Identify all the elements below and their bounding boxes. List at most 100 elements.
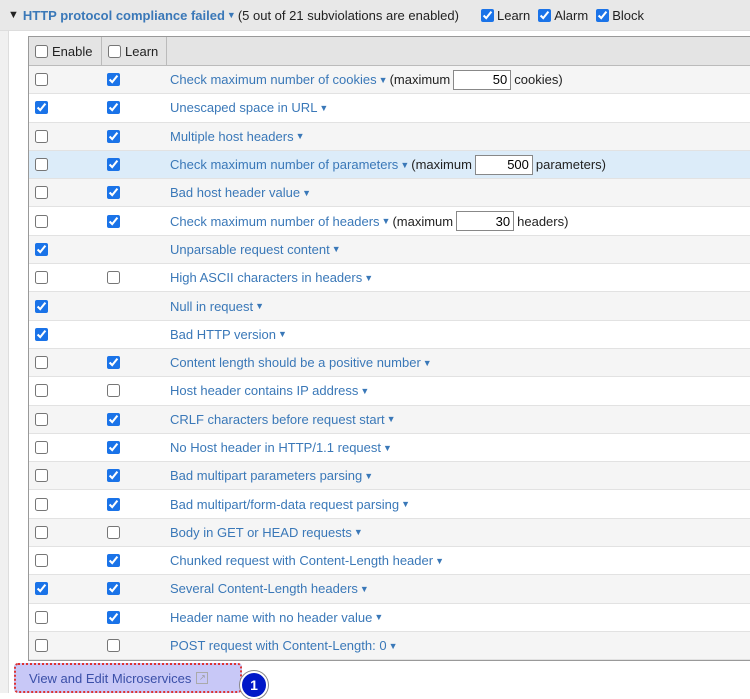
subviolation-link[interactable]: Host header contains IP address <box>170 383 358 398</box>
dropdown-caret-icon[interactable]: ▼ <box>360 386 369 396</box>
learn-checkbox[interactable] <box>107 101 120 115</box>
dropdown-caret-icon[interactable]: ▼ <box>382 216 391 226</box>
learn-checkbox[interactable] <box>107 441 120 454</box>
subviolation-link[interactable]: Bad multipart parameters parsing <box>170 468 362 483</box>
enable-checkbox[interactable] <box>35 582 48 596</box>
subviolation-link[interactable]: Chunked request with Content-Length head… <box>170 553 433 568</box>
enable-checkbox[interactable] <box>35 469 48 483</box>
dropdown-caret-icon[interactable]: ▼ <box>374 612 383 622</box>
subviolation-link[interactable]: Multiple host headers <box>170 129 294 144</box>
dropdown-caret-icon[interactable]: ▼ <box>400 160 409 170</box>
dropdown-caret-icon[interactable]: ▼ <box>387 414 396 424</box>
subviolation-link[interactable]: Bad multipart/form-data request parsing <box>170 497 399 512</box>
block-checkbox[interactable] <box>596 8 610 22</box>
alarm-checkbox[interactable] <box>538 8 552 22</box>
enable-checkbox[interactable] <box>35 412 48 426</box>
dropdown-caret-icon[interactable]: ▼ <box>296 131 305 141</box>
enable-checkbox[interactable] <box>35 384 48 398</box>
learn-checkbox[interactable] <box>107 214 120 228</box>
dropdown-caret-icon[interactable]: ▼ <box>302 188 311 198</box>
subviolation-link[interactable]: Bad host header value <box>170 185 300 200</box>
subviolation-link[interactable]: Check maximum number of cookies <box>170 72 377 87</box>
enable-checkbox[interactable] <box>35 129 48 143</box>
learn-checkbox[interactable] <box>107 554 120 568</box>
enable-checkbox[interactable] <box>35 327 48 341</box>
enable-checkbox[interactable] <box>35 242 48 256</box>
dropdown-caret-icon[interactable]: ▼ <box>389 641 398 651</box>
learn-checkbox[interactable] <box>107 582 120 596</box>
subviolation-link[interactable]: Check maximum number of parameters <box>170 157 398 172</box>
enable-checkbox[interactable] <box>35 73 48 87</box>
learn-checkbox[interactable] <box>107 384 120 398</box>
enable-checkbox[interactable] <box>35 441 48 454</box>
dropdown-caret-icon[interactable]: ▼ <box>360 584 369 594</box>
learn-checkbox[interactable] <box>107 469 120 483</box>
learn-checkbox[interactable] <box>107 271 120 285</box>
learn-checkbox[interactable] <box>107 186 120 200</box>
learn-all-checkbox[interactable] <box>108 44 121 58</box>
subviolation-link[interactable]: Several Content-Length headers <box>170 581 358 596</box>
subviolation-link[interactable]: POST request with Content-Length: 0 <box>170 638 387 653</box>
left-gutter <box>0 31 9 693</box>
dropdown-caret-icon[interactable]: ▼ <box>364 471 373 481</box>
collapse-triangle-icon[interactable]: ▼ <box>8 9 19 21</box>
enable-checkbox[interactable] <box>35 497 48 511</box>
subviolation-link[interactable]: No Host header in HTTP/1.1 request <box>170 440 381 455</box>
learn-checkbox[interactable] <box>107 356 120 370</box>
enable-checkbox[interactable] <box>35 299 48 313</box>
subviolation-link[interactable]: High ASCII characters in headers <box>170 270 362 285</box>
subviolation-link[interactable]: Header name with no header value <box>170 610 372 625</box>
learn-checkbox[interactable] <box>107 525 120 539</box>
subviolation-link[interactable]: Content length should be a positive numb… <box>170 355 421 370</box>
learn-checkbox[interactable] <box>107 73 120 87</box>
dropdown-caret-icon[interactable]: ▼ <box>227 10 236 20</box>
dropdown-caret-icon[interactable]: ▼ <box>278 329 287 339</box>
learn-checkbox[interactable] <box>107 158 120 172</box>
dropdown-caret-icon[interactable]: ▼ <box>332 244 341 254</box>
learn-checkbox[interactable] <box>480 8 494 22</box>
subviolation-link[interactable]: Null in request <box>170 299 253 314</box>
enable-checkbox[interactable] <box>35 356 48 370</box>
learn-checkbox[interactable] <box>107 129 120 143</box>
violation-title-link[interactable]: HTTP protocol compliance failed <box>23 8 225 23</box>
learn-toggle[interactable]: Learn <box>480 8 530 23</box>
dropdown-caret-icon[interactable]: ▼ <box>435 556 444 566</box>
dropdown-caret-icon[interactable]: ▼ <box>379 75 388 85</box>
table-row: CRLF characters before request start ▼ <box>29 405 750 434</box>
enable-all-checkbox[interactable] <box>35 44 48 58</box>
dropdown-caret-icon[interactable]: ▼ <box>354 527 363 537</box>
learn-checkbox[interactable] <box>107 412 120 426</box>
alarm-toggle[interactable]: Alarm <box>538 8 588 23</box>
subviolation-link[interactable]: Body in GET or HEAD requests <box>170 525 352 540</box>
enable-checkbox[interactable] <box>35 158 48 172</box>
dropdown-caret-icon[interactable]: ▼ <box>423 358 432 368</box>
learn-all-header[interactable]: Learn <box>102 37 167 65</box>
learn-checkbox[interactable] <box>107 610 120 624</box>
dropdown-caret-icon[interactable]: ▼ <box>255 301 264 311</box>
enable-checkbox[interactable] <box>35 271 48 285</box>
subviolation-link[interactable]: Bad HTTP version <box>170 327 276 342</box>
enable-checkbox[interactable] <box>35 101 48 115</box>
enable-checkbox[interactable] <box>35 525 48 539</box>
view-edit-microservices-link[interactable]: View and Edit Microservices ↗ <box>14 663 242 693</box>
maximum-input[interactable] <box>474 154 533 175</box>
block-toggle[interactable]: Block <box>596 8 644 23</box>
enable-checkbox[interactable] <box>35 186 48 200</box>
dropdown-caret-icon[interactable]: ▼ <box>383 443 392 453</box>
enable-all-header[interactable]: Enable <box>29 37 102 65</box>
maximum-input[interactable] <box>456 211 515 232</box>
enable-checkbox[interactable] <box>35 554 48 568</box>
learn-checkbox[interactable] <box>107 639 120 653</box>
subviolation-link[interactable]: Check maximum number of headers <box>170 214 380 229</box>
subviolation-link[interactable]: CRLF characters before request start <box>170 412 385 427</box>
enable-checkbox[interactable] <box>35 610 48 624</box>
dropdown-caret-icon[interactable]: ▼ <box>364 273 373 283</box>
dropdown-caret-icon[interactable]: ▼ <box>319 103 328 113</box>
learn-checkbox[interactable] <box>107 497 120 511</box>
enable-checkbox[interactable] <box>35 214 48 228</box>
maximum-input[interactable] <box>453 69 512 90</box>
enable-checkbox[interactable] <box>35 639 48 653</box>
dropdown-caret-icon[interactable]: ▼ <box>401 499 410 509</box>
subviolation-link[interactable]: Unescaped space in URL <box>170 100 317 115</box>
subviolation-link[interactable]: Unparsable request content <box>170 242 330 257</box>
